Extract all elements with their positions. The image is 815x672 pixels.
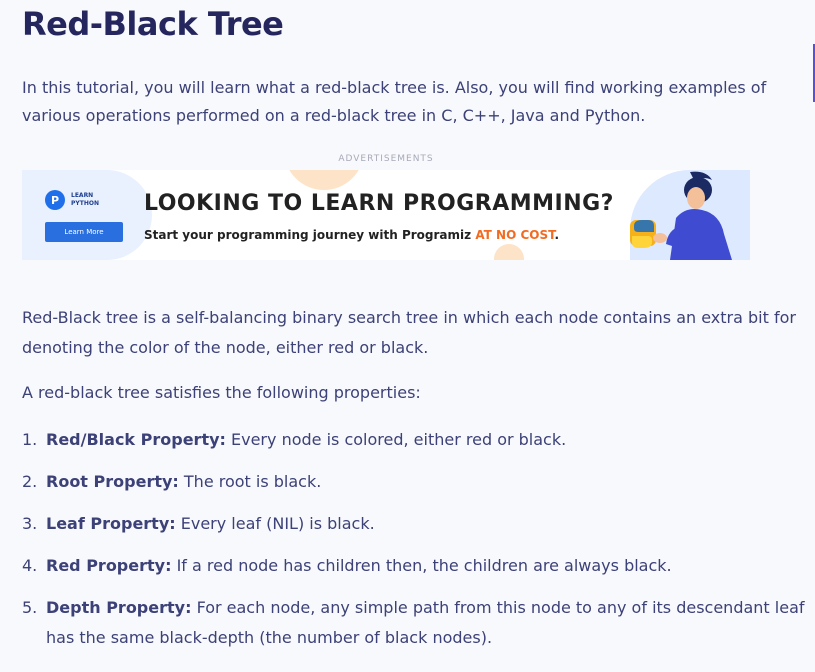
ad-decor-circle-small <box>494 244 524 260</box>
property-term: Red/Black Property: <box>46 430 226 449</box>
property-term: Root Property: <box>46 472 179 491</box>
ad-headline: LOOKING TO LEARN PROGRAMMING? <box>144 191 614 216</box>
list-number: 1. <box>22 430 38 449</box>
definition-paragraph: Red-Black tree is a self-balancing binar… <box>22 308 796 357</box>
list-item-body: Root Property: The root is black. <box>46 467 807 497</box>
learn-more-button[interactable]: Learn More <box>45 222 123 242</box>
properties-intro: A red-black tree satisfies the following… <box>22 383 421 402</box>
list-item: 5. Depth Property: For each node, any si… <box>22 593 807 653</box>
ad-logo-text: LEARN PYTHON <box>71 192 107 208</box>
ad-illustration-icon <box>630 171 732 260</box>
list-item-body: Leaf Property: Every leaf (NIL) is black… <box>46 509 807 539</box>
list-item-body: Red Property: If a red node has children… <box>46 551 807 581</box>
list-number: 4. <box>22 556 38 575</box>
property-text: If a red node has children then, the chi… <box>171 556 672 575</box>
ad-subline-suffix: . <box>554 228 560 242</box>
list-item: 4. Red Property: If a red node has child… <box>22 551 807 581</box>
list-item-body: Red/Black Property: Every node is colore… <box>46 425 807 455</box>
programiz-logo-icon: P <box>45 190 65 210</box>
property-term: Red Property: <box>46 556 172 575</box>
property-text: Every node is colored, either red or bla… <box>225 430 567 449</box>
list-number: 2. <box>22 472 38 491</box>
list-item-body: Depth Property: For each node, any simpl… <box>46 593 807 653</box>
property-term: Leaf Property: <box>46 514 176 533</box>
ad-decor-circle <box>284 170 364 190</box>
ad-banner[interactable]: P LEARN PYTHON Learn More LOOKING TO LEA… <box>22 170 750 260</box>
properties-list: 1. Red/Black Property: Every node is col… <box>22 425 807 665</box>
property-text: Every leaf (NIL) is black. <box>175 514 375 533</box>
list-number: 5. <box>22 598 38 617</box>
ad-subline-text: Start your programming journey with Prog… <box>144 228 476 242</box>
ad-subline: Start your programming journey with Prog… <box>144 228 559 242</box>
ad-logo: P LEARN PYTHON <box>45 190 107 210</box>
property-text: The root is black. <box>178 472 322 491</box>
ad-subline-accent: AT NO COST <box>475 228 555 242</box>
page-title: Red-Black Tree <box>22 5 284 43</box>
ad-decor-left <box>22 170 152 260</box>
intro-paragraph: In this tutorial, you will learn what a … <box>22 78 767 125</box>
ad-logo-line1: LEARN <box>71 192 94 199</box>
list-item: 1. Red/Black Property: Every node is col… <box>22 425 807 455</box>
ad-logo-line2: PYTHON <box>71 200 99 207</box>
list-number: 3. <box>22 514 38 533</box>
advertisements-label: ADVERTISEMENTS <box>338 154 434 164</box>
list-item: 3. Leaf Property: Every leaf (NIL) is bl… <box>22 509 807 539</box>
list-item: 2. Root Property: The root is black. <box>22 467 807 497</box>
property-term: Depth Property: <box>46 598 192 617</box>
